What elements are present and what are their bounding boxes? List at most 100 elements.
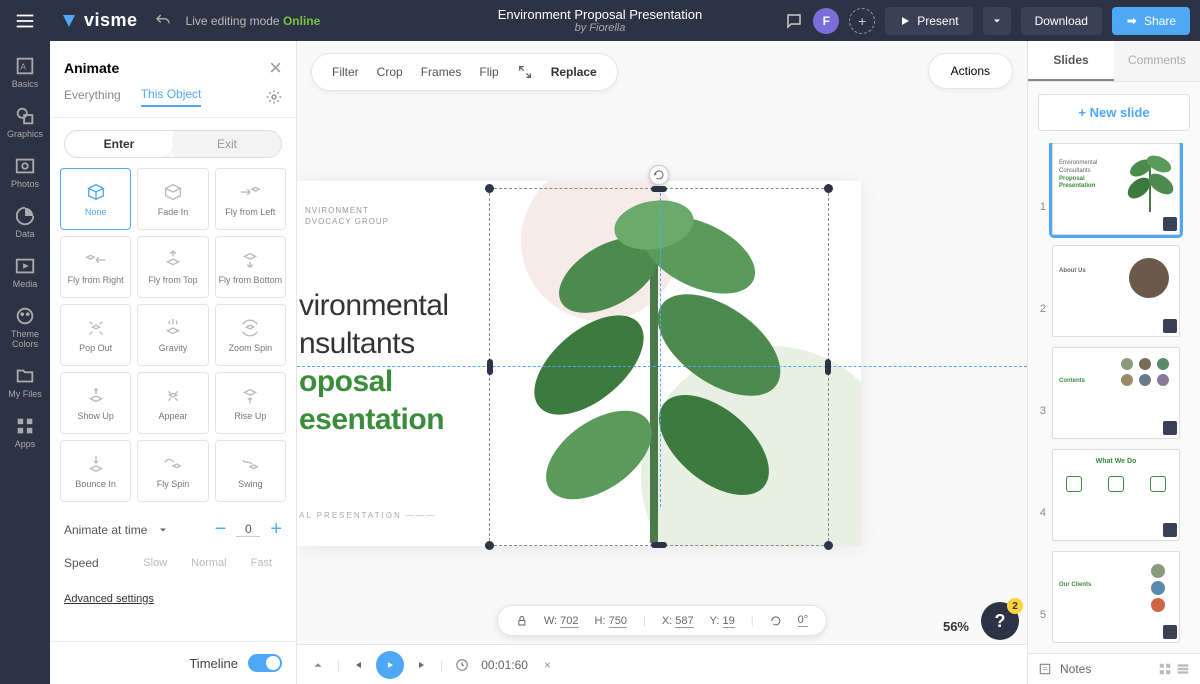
anim-rise-up[interactable]: Rise Up [215,372,286,434]
hamburger-menu[interactable] [0,10,50,32]
prev-button[interactable] [352,659,364,671]
download-button[interactable]: Download [1021,7,1102,35]
slide-title-line: nsultants [299,327,415,361]
increment-button[interactable]: + [270,518,282,541]
slide-thumb-2[interactable]: About Us [1052,245,1180,337]
present-dropdown[interactable] [983,7,1011,35]
thumb-action-icon[interactable] [1163,625,1177,639]
share-button[interactable]: Share [1112,7,1190,35]
lock-icon[interactable] [516,615,528,627]
speed-normal[interactable]: Normal [181,553,236,573]
rail-photos[interactable]: Photos [0,147,50,197]
chat-icon[interactable] [785,12,803,30]
tab-everything[interactable]: Everything [64,88,121,106]
tab-comments[interactable]: Comments [1114,41,1200,81]
slide-title-line: esentation [299,403,444,437]
anim-show-up[interactable]: Show Up [60,372,131,434]
advanced-settings-link[interactable]: Advanced settings [50,583,296,615]
thumb-action-icon[interactable] [1163,319,1177,333]
undo-icon[interactable] [154,12,172,30]
collapse-icon[interactable] [311,658,325,672]
filter-button[interactable]: Filter [332,65,359,79]
rail-media[interactable]: Media [0,247,50,297]
speed-fast[interactable]: Fast [241,553,282,573]
rotation-value[interactable]: 0° [798,614,809,627]
decrement-button[interactable]: − [215,518,227,541]
speed-slow[interactable]: Slow [133,553,177,573]
anim-fade-in[interactable]: Fade In [137,168,208,230]
anim-fly-bottom[interactable]: Fly from Bottom [215,236,286,298]
height-value[interactable]: 750 [609,615,627,628]
enter-tab[interactable]: Enter [65,131,173,157]
anim-bounce-in[interactable]: Bounce In [60,440,131,502]
plant-image[interactable] [489,185,829,543]
tab-slides[interactable]: Slides [1028,41,1114,81]
actions-button[interactable]: Actions [928,53,1013,89]
add-user-button[interactable]: + [849,8,875,34]
slide-thumb-5[interactable]: Our Clients [1052,551,1180,643]
timeline-toggle[interactable] [248,654,282,672]
editing-mode-label: Live editing mode Online [186,14,321,28]
anim-fly-top[interactable]: Fly from Top [137,236,208,298]
anim-swing[interactable]: Swing [215,440,286,502]
avatar[interactable]: F [813,8,839,34]
gear-icon[interactable] [266,89,282,105]
rail-apps[interactable]: Apps [0,407,50,457]
zoom-level[interactable]: 56% [943,619,969,634]
rail-theme-colors[interactable]: Theme Colors [0,297,50,357]
slide-thumb-3[interactable]: Contents [1052,347,1180,439]
exit-tab[interactable]: Exit [173,131,281,157]
grid-view-icon[interactable] [1158,662,1172,676]
enter-exit-toggle[interactable]: Enter Exit [64,130,282,158]
anim-fly-right[interactable]: Fly from Right [60,236,131,298]
speed-label: Speed [64,556,99,570]
anim-appear[interactable]: Appear [137,372,208,434]
slide-footer-text: AL PRESENTATION ——— [299,511,436,520]
flip-button[interactable]: Flip [479,65,498,79]
help-button[interactable]: ? 2 [981,602,1019,640]
frames-button[interactable]: Frames [421,65,462,79]
help-badge: 2 [1007,598,1023,614]
playback-time: 00:01:60 [481,658,528,672]
clock-icon [455,658,469,672]
alignment-guide [297,366,1027,367]
x-value[interactable]: 587 [675,615,693,628]
notes-icon [1038,662,1052,676]
tab-this-object[interactable]: This Object [141,87,202,107]
logo: visme [50,10,148,31]
rail-my-files[interactable]: My Files [0,357,50,407]
new-slide-button[interactable]: + New slide [1038,94,1190,131]
rail-basics[interactable]: ABasics [0,47,50,97]
thumb-action-icon[interactable] [1163,523,1177,537]
list-view-icon[interactable] [1176,662,1190,676]
notes-button[interactable]: Notes [1060,662,1091,676]
rotation-icon[interactable] [770,615,782,627]
crop-button[interactable]: Crop [377,65,403,79]
anim-pop-out[interactable]: Pop Out [60,304,131,366]
slide-thumb-4[interactable]: What We Do [1052,449,1180,541]
anim-fly-spin[interactable]: Fly Spin [137,440,208,502]
timeline-label: Timeline [189,656,238,671]
next-button[interactable] [416,659,428,671]
thumb-action-icon[interactable] [1163,421,1177,435]
chevron-down-icon[interactable] [157,524,169,536]
width-value[interactable]: 702 [560,615,578,628]
play-button[interactable] [376,651,404,679]
rail-graphics[interactable]: Graphics [0,97,50,147]
y-value[interactable]: 19 [723,615,735,628]
alignment-guide [660,188,661,507]
replace-button[interactable]: Replace [551,65,597,79]
slide-header-text: NVIRONMENT DVOCACY GROUP [305,205,389,227]
anim-zoom-spin[interactable]: Zoom Spin [215,304,286,366]
rail-data[interactable]: Data [0,197,50,247]
anim-none[interactable]: None [60,168,131,230]
slide-thumb-1[interactable]: EnvironmentalConsultantsProposalPresenta… [1052,143,1180,235]
animate-time-value[interactable]: 0 [236,522,260,537]
present-button[interactable]: Present [885,7,972,35]
anim-fly-left[interactable]: Fly from Left [215,168,286,230]
close-icon[interactable]: × [269,55,282,81]
thumb-action-icon[interactable] [1163,217,1177,231]
anim-gravity[interactable]: Gravity [137,304,208,366]
clear-time-icon[interactable]: × [544,658,551,672]
svg-text:A: A [20,63,26,72]
